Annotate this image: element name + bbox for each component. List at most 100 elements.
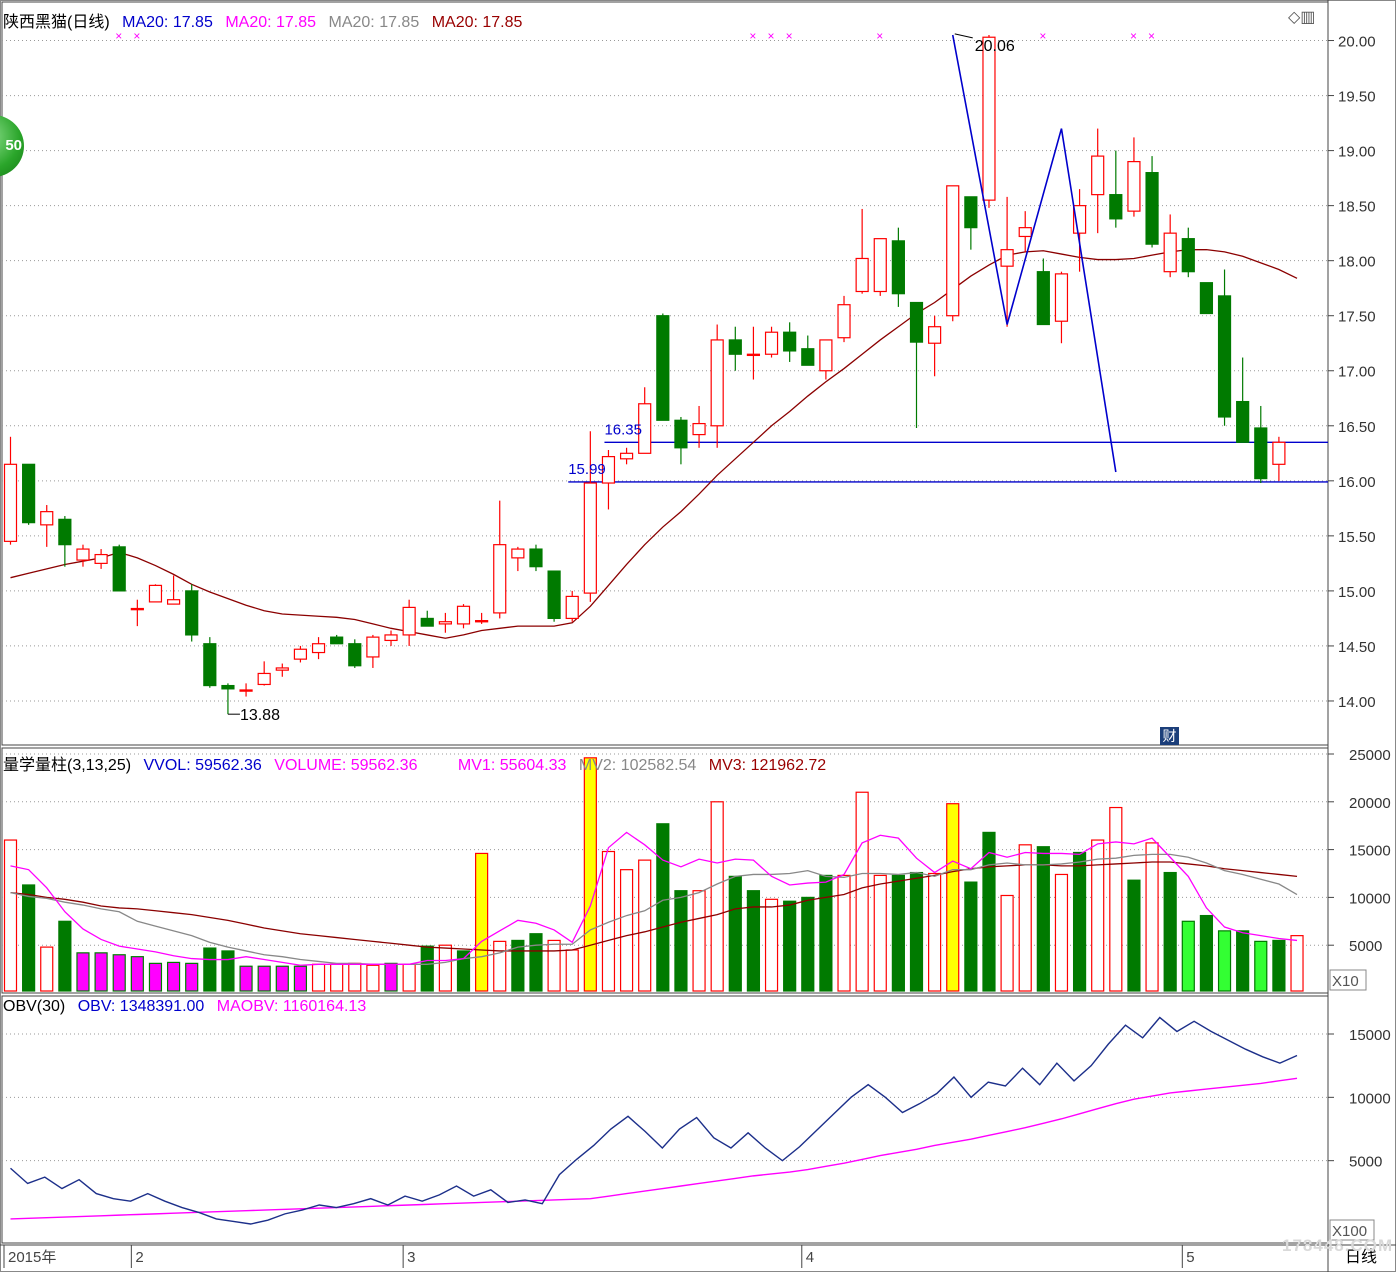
volume-bar <box>438 944 452 992</box>
candle <box>203 643 217 687</box>
volume-bar <box>3 839 18 992</box>
volume-bar <box>529 933 543 992</box>
volume-bar <box>94 952 108 992</box>
volume-bar <box>547 939 561 992</box>
candle <box>746 353 761 357</box>
candle <box>909 301 924 343</box>
mv1-label: MV1: 55604.33 <box>457 757 567 774</box>
volume-bar <box>366 964 380 992</box>
volume-bar <box>311 963 326 992</box>
candle <box>40 511 54 526</box>
candle <box>94 553 108 564</box>
signal-mark: × <box>749 29 756 43</box>
volume-bar <box>619 869 634 992</box>
float-badge[interactable]: 50 <box>0 115 24 177</box>
zigzag-line <box>951 34 1117 473</box>
candle <box>837 304 851 339</box>
panel-controls[interactable]: ◇▥ <box>1288 7 1315 27</box>
volume-bar <box>402 963 416 992</box>
candle <box>493 544 507 614</box>
volume-bar <box>203 947 217 992</box>
chart-canvas[interactable]: 20.00 19.50 19.00 18.50 18.00 17.50 17.00 16.50… <box>0 0 1396 1272</box>
candle <box>348 643 362 667</box>
volume-bar <box>456 950 471 992</box>
candle <box>239 689 253 692</box>
volume-bar <box>275 965 289 992</box>
annotation-low: 13.88 <box>240 707 280 724</box>
candle <box>511 548 525 559</box>
volume-bar <box>801 896 815 992</box>
candle <box>1145 172 1159 245</box>
date-label: 2 <box>135 1249 143 1266</box>
y-tick-label: 20000 <box>1349 795 1391 812</box>
y-tick-label: 19.50 <box>1338 89 1376 106</box>
candle <box>1018 227 1032 238</box>
candle <box>1091 155 1105 196</box>
volume-label: VOLUME: 59562.36 <box>274 757 418 774</box>
candle <box>1109 194 1123 220</box>
annotation-high: 20.06 <box>975 38 1015 55</box>
signal-mark: × <box>786 29 793 43</box>
volume-bar <box>873 874 887 992</box>
candle <box>1181 238 1195 273</box>
ma20-label-2: MA20: 17.85 <box>225 14 317 31</box>
volume-bar <box>1254 940 1268 992</box>
candle <box>692 422 706 436</box>
candle <box>112 546 126 592</box>
volume-bar <box>185 962 199 992</box>
volume-bar <box>293 965 308 992</box>
candle <box>148 584 163 603</box>
volume-bar <box>819 874 833 992</box>
volume-bar <box>891 874 905 992</box>
volume-bar <box>1181 920 1195 992</box>
y-tick-label: 18.50 <box>1338 199 1376 216</box>
candle <box>456 605 471 625</box>
maobv-label: MAOBV: 1160164.13 <box>216 998 367 1015</box>
ma20-label-3: MA20: 17.85 <box>328 14 420 31</box>
date-label: 3 <box>407 1249 415 1266</box>
badge-text: 50 <box>5 137 22 154</box>
volume-bar <box>22 884 36 992</box>
volume-bar <box>565 949 579 992</box>
y-tick-label: 19.00 <box>1338 144 1376 161</box>
candle <box>674 419 688 449</box>
scale-label: X10 <box>1332 973 1359 990</box>
candle <box>964 196 978 229</box>
y-tick-label: 16.50 <box>1338 419 1376 436</box>
candle <box>402 606 416 636</box>
candle <box>891 240 905 295</box>
volume-bar <box>1127 879 1141 992</box>
y-tick-label: 5000 <box>1349 938 1382 955</box>
volume-bar <box>674 890 688 992</box>
volume-bar <box>1199 914 1214 992</box>
volume-bar <box>692 890 706 992</box>
candle <box>166 599 181 605</box>
volume-bar <box>76 952 90 992</box>
volume-bar <box>1018 844 1032 992</box>
stock-title: 陕西黑猫(日线) <box>3 14 110 31</box>
signal-mark: × <box>876 29 883 43</box>
volume-bar <box>946 803 960 992</box>
y-tick-label: 14.00 <box>1338 694 1376 711</box>
volume-bar <box>1109 806 1123 992</box>
signal-mark: × <box>768 29 775 43</box>
volume-bar <box>1290 935 1304 992</box>
ma20-label-4: MA20: 17.85 <box>431 14 523 31</box>
volume-bar <box>330 963 344 992</box>
candle <box>1217 295 1232 418</box>
y-tick-label: 5000 <box>1349 1154 1382 1171</box>
volume-bar <box>855 791 869 992</box>
candle <box>583 482 597 594</box>
candle <box>311 643 326 654</box>
maobv-line <box>10 1077 1298 1220</box>
candle <box>619 452 634 460</box>
y-tick-label: 15000 <box>1349 843 1391 860</box>
y-tick-label: 10000 <box>1349 1090 1391 1107</box>
candle <box>656 315 670 421</box>
volume-bar <box>1217 930 1232 992</box>
finance-icon[interactable]: 财 <box>1160 727 1179 745</box>
watermark: 178448.COM <box>1282 1236 1394 1255</box>
candle <box>58 518 72 546</box>
volume-bar <box>148 962 163 992</box>
obv-line <box>10 1016 1298 1225</box>
